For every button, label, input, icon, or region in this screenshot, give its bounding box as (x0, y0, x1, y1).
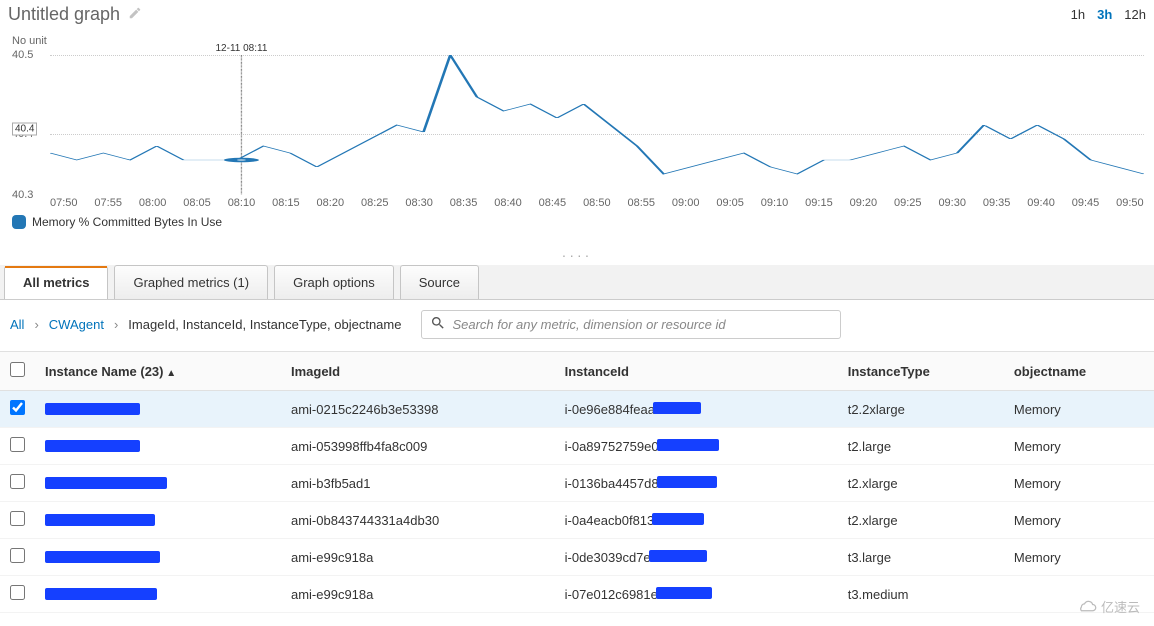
tab-graph-options[interactable]: Graph options (274, 265, 394, 299)
instance-id: i-0136ba4457d8 (565, 476, 717, 491)
col-header[interactable]: Instance Name (23) (35, 352, 281, 391)
y-tick: 40.5 (12, 49, 33, 61)
breadcrumb-namespace[interactable]: CWAgent (49, 317, 104, 332)
col-header[interactable]: InstanceId (555, 352, 838, 391)
instance-type: t3.medium (838, 576, 1004, 613)
page-title: Untitled graph (8, 4, 120, 25)
objectname: Memory (1004, 502, 1154, 539)
drag-handle-icon[interactable]: ···· (0, 247, 1154, 259)
instance-type: t2.xlarge (838, 465, 1004, 502)
col-header[interactable]: InstanceType (838, 352, 1004, 391)
tab-source[interactable]: Source (400, 265, 479, 299)
select-all-checkbox[interactable] (10, 362, 25, 377)
breadcrumb-all[interactable]: All (10, 317, 24, 332)
search-input[interactable] (452, 317, 832, 332)
legend-swatch (12, 215, 26, 229)
time-range-3h[interactable]: 3h (1097, 7, 1112, 22)
breadcrumb-dimensions: ImageId, InstanceId, InstanceType, objec… (128, 317, 401, 332)
tab-graphed-metrics[interactable]: Graphed metrics (1) (114, 265, 268, 299)
table-row[interactable]: ami-e99c918a i-07e012c6981e t3.medium (0, 576, 1154, 613)
legend-label: Memory % Committed Bytes In Use (32, 215, 222, 229)
instance-type: t2.large (838, 428, 1004, 465)
image-id: ami-b3fb5ad1 (281, 465, 555, 502)
tab-bar: All metricsGraphed metrics (1)Graph opti… (0, 265, 1154, 300)
instance-id: i-0e96e884feaa (565, 402, 701, 417)
legend[interactable]: Memory % Committed Bytes In Use (12, 215, 1144, 229)
chevron-right-icon: › (114, 317, 118, 332)
instance-id: i-07e012c6981e (565, 587, 712, 602)
instance-name-redacted (45, 514, 155, 526)
search-icon (430, 315, 446, 334)
instance-id: i-0de3039cd7e (565, 550, 707, 565)
time-range-1h[interactable]: 1h (1071, 7, 1085, 22)
table-row[interactable]: ami-b3fb5ad1 i-0136ba4457d8 t2.xlargeMemor… (0, 465, 1154, 502)
table-row[interactable]: ami-053998ffb4fa8c009 i-0a89752759e0 t2.la… (0, 428, 1154, 465)
row-checkbox[interactable] (10, 474, 25, 489)
instance-name-redacted (45, 440, 140, 452)
search-box[interactable] (421, 310, 841, 339)
metrics-table: Instance Name (23)ImageIdInstanceIdInsta… (0, 352, 1154, 613)
objectname: Memory (1004, 539, 1154, 576)
image-id: ami-e99c918a (281, 576, 555, 613)
row-checkbox[interactable] (10, 548, 25, 563)
image-id: ami-0215c2246b3e53398 (281, 391, 555, 428)
crosshair-y-label: 40.4 (12, 123, 37, 136)
row-checkbox[interactable] (10, 511, 25, 526)
crosshair-x-label: 12-11 08:11 (213, 43, 269, 54)
instance-name-redacted (45, 403, 140, 415)
instance-type: t2.xlarge (838, 502, 1004, 539)
instance-name-redacted (45, 477, 167, 489)
row-checkbox[interactable] (10, 585, 25, 600)
y-tick: 40.3 (12, 189, 33, 201)
y-axis-unit: No unit (12, 35, 1144, 47)
instance-name-redacted (45, 551, 160, 563)
col-header[interactable]: ImageId (281, 352, 555, 391)
row-checkbox[interactable] (10, 400, 25, 415)
objectname: Memory (1004, 391, 1154, 428)
instance-type: t2.2xlarge (838, 391, 1004, 428)
image-id: ami-e99c918a (281, 539, 555, 576)
instance-type: t3.large (838, 539, 1004, 576)
x-ticks: 07:5007:5508:0008:0508:1008:1508:2008:25… (50, 197, 1144, 213)
col-header[interactable]: objectname (1004, 352, 1154, 391)
time-range-12h[interactable]: 12h (1124, 7, 1146, 22)
instance-name-redacted (45, 588, 157, 600)
edit-title-icon[interactable] (128, 6, 142, 23)
time-range-selector: 1h 3h 12h (1071, 7, 1146, 22)
table-row[interactable]: ami-0b843744331a4db30 i-0a4eacb0f813 t2.xl… (0, 502, 1154, 539)
table-row[interactable]: ami-e99c918a i-0de3039cd7e t3.largeMemory (0, 539, 1154, 576)
image-id: ami-0b843744331a4db30 (281, 502, 555, 539)
image-id: ami-053998ffb4fa8c009 (281, 428, 555, 465)
objectname: Memory (1004, 428, 1154, 465)
chevron-right-icon: › (34, 317, 38, 332)
table-row[interactable]: ami-0215c2246b3e53398 i-0e96e884feaa t2.2x… (0, 391, 1154, 428)
chart[interactable]: No unit 40.5 40.4 40.3 40.4 12-11 08:11 … (0, 35, 1154, 247)
instance-id: i-0a4eacb0f813 (565, 513, 705, 528)
instance-id: i-0a89752759e0 (565, 439, 719, 454)
watermark: 亿速云 (1077, 597, 1140, 616)
tab-all-metrics[interactable]: All metrics (4, 266, 108, 299)
objectname: Memory (1004, 465, 1154, 502)
row-checkbox[interactable] (10, 437, 25, 452)
